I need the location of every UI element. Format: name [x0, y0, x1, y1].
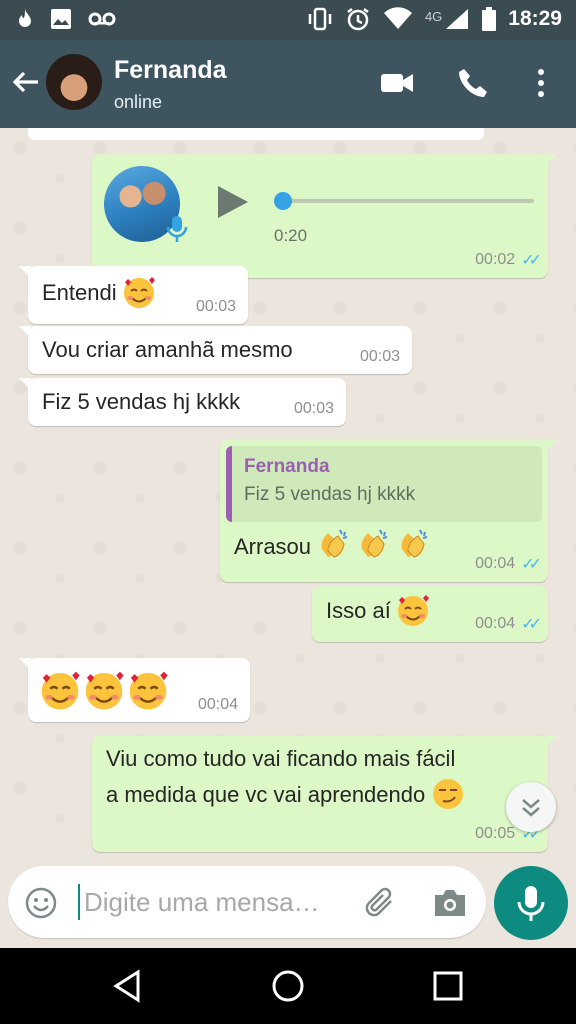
contact-name[interactable]: Fernanda: [114, 56, 227, 85]
voice-message[interactable]: 0:20 00:02 ✓✓: [92, 154, 557, 278]
message-time: 00:02 ✓✓: [475, 251, 542, 269]
contact-status: online: [114, 92, 163, 112]
message-time: 00:04 ✓✓: [475, 615, 542, 633]
quoted-text: Fiz 5 vendas hj kkkk: [244, 484, 416, 505]
smirking-face-icon: [432, 778, 463, 809]
video-call-icon[interactable]: [380, 66, 414, 100]
message-text: Entendi: [42, 280, 117, 305]
vibrate-icon: [308, 7, 332, 31]
battery-icon: [482, 7, 497, 31]
message-text-line-1: Viu como tudo vai ficando mais fácil: [106, 746, 456, 771]
message-composer: [0, 860, 576, 948]
contact-avatar[interactable]: [46, 54, 102, 110]
alarm-icon: [347, 8, 369, 31]
outgoing-message[interactable]: Isso aí 00:04 ✓✓: [312, 586, 548, 642]
message-input[interactable]: [78, 884, 342, 920]
message-time: 00:03: [195, 298, 236, 315]
chat-area[interactable]: 0:20 00:02 ✓✓ Entendi 00:03 Vou criar ama…: [0, 128, 576, 860]
read-ticks-icon: ✓✓: [521, 616, 542, 633]
chevron-double-down-icon: [522, 799, 540, 817]
image-icon: [51, 9, 71, 29]
voicemail-icon: [88, 12, 116, 26]
message-text: Isso aí: [326, 598, 391, 623]
scroll-to-bottom-button[interactable]: [506, 782, 556, 832]
input-pill: [8, 866, 486, 938]
voice-duration: 0:20: [274, 226, 308, 245]
more-vert-icon[interactable]: [524, 66, 558, 100]
clapping-hands-icon: [321, 529, 347, 558]
system-nav-bar: [0, 948, 576, 1024]
message-time: 00:03: [293, 400, 334, 417]
nav-home-icon[interactable]: [270, 968, 306, 1004]
quoted-message[interactable]: Fernanda Fiz 5 vendas hj kkkk: [226, 446, 542, 522]
message-text: Vou criar amanhã mesmo: [42, 337, 293, 362]
fire-icon: [19, 9, 31, 27]
quoted-sender: Fernanda: [244, 456, 330, 477]
outgoing-message[interactable]: Viu como tudo vai ficando mais fácil a m…: [92, 736, 557, 852]
network-type: 4G: [424, 8, 443, 24]
camera-icon[interactable]: [432, 886, 468, 920]
nav-recents-icon[interactable]: [430, 968, 466, 1004]
nav-back-icon[interactable]: [110, 968, 146, 1004]
incoming-message[interactable]: Vou criar amanhã mesmo 00:03: [19, 326, 412, 374]
clapping-hands-icon: [361, 529, 388, 558]
play-icon[interactable]: [214, 184, 250, 220]
audio-progress-handle[interactable]: [274, 192, 292, 210]
chat-header: Fernanda online: [0, 40, 576, 128]
incoming-message[interactable]: Fiz 5 vendas hj kkkk 00:03: [19, 378, 346, 426]
smiling-face-with-hearts-icon: [124, 276, 156, 308]
emoji-icon[interactable]: [24, 886, 58, 920]
clapping-hands-icon: [402, 529, 428, 558]
message-text-line-2: a medida que vc vai aprendendo: [106, 782, 426, 807]
message-time: 00:04: [197, 696, 238, 713]
read-ticks-icon: ✓✓: [521, 556, 542, 573]
smiling-face-with-hearts-icon: [85, 671, 124, 710]
incoming-message[interactable]: 00:04: [19, 658, 250, 722]
back-arrow-icon[interactable]: [10, 66, 42, 98]
message-text: Fiz 5 vendas hj kkkk: [42, 389, 241, 414]
phone-icon[interactable]: [456, 66, 490, 100]
message-text: Arrasou: [234, 534, 312, 559]
smiling-face-with-hearts-icon: [41, 671, 80, 710]
smiling-face-with-hearts-icon: [398, 594, 430, 626]
wifi-icon: [383, 7, 412, 29]
paperclip-icon[interactable]: [364, 886, 398, 920]
voice-record-button[interactable]: [494, 866, 568, 940]
mic-icon: [517, 886, 545, 921]
status-bar: 4G 18:29: [0, 0, 576, 40]
message-time: 00:03: [359, 348, 400, 365]
incoming-message[interactable]: Entendi 00:03: [19, 266, 248, 324]
previous-message-edge: [28, 128, 484, 140]
read-ticks-icon: ✓✓: [521, 252, 542, 269]
audio-progress-track[interactable]: [276, 199, 534, 203]
message-time: 00:04 ✓✓: [475, 555, 542, 573]
mic-icon: [166, 216, 188, 242]
outgoing-reply-message[interactable]: Fernanda Fiz 5 vendas hj kkkk Arrasou 00…: [220, 440, 557, 582]
signal-icon: [446, 9, 469, 29]
smiling-face-with-hearts-icon: [129, 671, 168, 710]
clock: 18:29: [508, 7, 562, 30]
